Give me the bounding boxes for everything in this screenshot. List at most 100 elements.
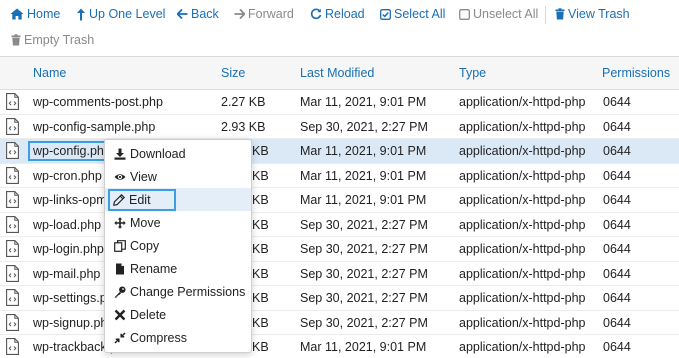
file-manager-toolbar: Home Up One Level Back Forward Reload Se… bbox=[0, 0, 679, 56]
menu-item-rename[interactable]: Rename bbox=[105, 257, 251, 280]
file-size: KB bbox=[252, 242, 269, 256]
table-row[interactable]: wp-cron.php KB Mar 11, 2021, 9:01 PM app… bbox=[0, 164, 679, 188]
download-icon bbox=[114, 148, 126, 160]
empty-trash-button[interactable]: Empty Trash bbox=[11, 27, 94, 53]
refresh-icon bbox=[310, 8, 322, 20]
view-trash-button[interactable]: View Trash bbox=[555, 1, 630, 27]
file-modified: Sep 30, 2021, 2:27 PM bbox=[300, 315, 428, 330]
file-name[interactable]: wp-load.php bbox=[33, 218, 101, 232]
table-row[interactable]: wp-comments-post.php 2.27 KB Mar 11, 202… bbox=[0, 90, 679, 115]
file-permissions: 0644 bbox=[603, 144, 631, 158]
menu-item-edit[interactable]: Edit bbox=[105, 188, 251, 211]
menu-item-move[interactable]: Move bbox=[105, 211, 251, 234]
table-row[interactable]: wp-load.php KB Sep 30, 2021, 2:27 PM app… bbox=[0, 213, 679, 237]
eye-icon bbox=[114, 173, 126, 180]
toolbar-divider bbox=[545, 6, 546, 24]
file-permissions: 0644 bbox=[603, 315, 631, 330]
menu-item-view[interactable]: View bbox=[105, 165, 251, 188]
table-row[interactable]: wp-signup.php KB Sep 30, 2021, 2:27 PM a… bbox=[0, 311, 679, 335]
file-modified: Sep 30, 2021, 2:27 PM bbox=[300, 119, 428, 134]
back-button[interactable]: Back bbox=[177, 1, 219, 27]
menu-item-copy-label: Copy bbox=[130, 238, 160, 253]
menu-item-edit-label: Edit bbox=[129, 192, 151, 207]
column-header-permissions[interactable]: Permissions bbox=[602, 66, 670, 80]
menu-item-download[interactable]: Download bbox=[105, 142, 251, 165]
file-context-menu: Download View Edit Move Copy Rename Chan… bbox=[104, 139, 252, 353]
file-modified: Sep 30, 2021, 2:27 PM bbox=[300, 217, 428, 232]
view-trash-label: View Trash bbox=[568, 7, 630, 21]
table-row[interactable]: wp-trackback.p KB Mar 11, 2021, 9:01 PM … bbox=[0, 335, 679, 358]
up-one-level-button[interactable]: Up One Level bbox=[76, 1, 165, 27]
menu-item-compress[interactable]: Compress bbox=[105, 326, 251, 349]
file-name[interactable]: wp-config-sample.php bbox=[33, 120, 155, 134]
file-size: KB bbox=[252, 266, 269, 281]
file-name[interactable]: wp-links-opml. bbox=[33, 193, 113, 207]
pencil-icon bbox=[113, 193, 125, 206]
menu-item-compress-label: Compress bbox=[130, 330, 187, 345]
table-row[interactable]: wp-login.php KB Sep 30, 2021, 2:27 PM ap… bbox=[0, 237, 679, 262]
file-name[interactable]: wp-login.php bbox=[33, 242, 104, 256]
table-row[interactable]: wp-config-sample.php 2.93 KB Sep 30, 202… bbox=[0, 115, 679, 139]
file-modified: Sep 30, 2021, 2:27 PM bbox=[300, 266, 428, 281]
php-file-icon bbox=[6, 191, 19, 208]
menu-item-copy[interactable]: Copy bbox=[105, 234, 251, 257]
checkbox-empty-icon bbox=[459, 8, 470, 20]
php-file-icon bbox=[6, 338, 19, 355]
file-name[interactable]: wp-settings.ph bbox=[33, 291, 114, 305]
php-file-icon bbox=[6, 264, 19, 282]
file-size: KB bbox=[252, 144, 269, 158]
file-name[interactable]: wp-config.php bbox=[28, 141, 116, 161]
file-type: application/x-httpd-php bbox=[459, 95, 586, 109]
table-row[interactable]: wp-mail.php KB Sep 30, 2021, 2:27 PM app… bbox=[0, 262, 679, 286]
table-row-selected[interactable]: wp-config.php KB Mar 11, 2021, 9:01 PM a… bbox=[0, 139, 679, 164]
table-row[interactable]: wp-links-opml. KB Mar 11, 2021, 9:01 PM … bbox=[0, 188, 679, 213]
home-button[interactable]: Home bbox=[10, 1, 60, 27]
column-header-type[interactable]: Type bbox=[459, 66, 486, 80]
key-icon bbox=[114, 286, 126, 298]
empty-trash-label: Empty Trash bbox=[24, 33, 95, 47]
file-modified: Mar 11, 2021, 9:01 PM bbox=[300, 340, 427, 354]
file-type: application/x-httpd-php bbox=[459, 266, 586, 281]
arrow-right-icon bbox=[234, 9, 245, 19]
menu-item-download-label: Download bbox=[130, 146, 186, 161]
php-file-icon bbox=[6, 313, 19, 331]
file-modified: Mar 11, 2021, 9:01 PM bbox=[300, 95, 427, 109]
menu-item-change-permissions-label: Change Permissions bbox=[130, 284, 246, 299]
file-type: application/x-httpd-php bbox=[459, 315, 586, 330]
file-size: KB bbox=[252, 168, 269, 183]
trash-icon bbox=[11, 34, 21, 46]
menu-item-view-label: View bbox=[130, 169, 157, 184]
file-name[interactable]: wp-comments-post.php bbox=[33, 95, 163, 109]
up-one-level-label: Up One Level bbox=[89, 7, 166, 21]
file-size: KB bbox=[252, 340, 269, 354]
menu-item-delete[interactable]: Delete bbox=[105, 303, 251, 326]
file-size: KB bbox=[252, 291, 269, 305]
file-type: application/x-httpd-php bbox=[459, 144, 586, 158]
file-name[interactable]: wp-cron.php bbox=[33, 169, 102, 183]
column-header-name[interactable]: Name bbox=[33, 66, 66, 80]
unselect-all-label: Unselect All bbox=[473, 7, 539, 21]
menu-item-rename-label: Rename bbox=[130, 261, 178, 276]
php-file-icon bbox=[6, 142, 19, 159]
php-file-icon bbox=[6, 93, 19, 110]
file-modified: Sep 30, 2021, 2:27 PM bbox=[300, 291, 428, 305]
unselect-all-button[interactable]: Unselect All bbox=[459, 1, 538, 27]
file-type: application/x-httpd-php bbox=[459, 168, 586, 183]
checkbox-checked-icon bbox=[380, 8, 391, 20]
table-row[interactable]: wp-settings.ph KB Sep 30, 2021, 2:27 PM … bbox=[0, 286, 679, 311]
file-name[interactable]: wp-signup.php bbox=[33, 316, 114, 330]
home-icon bbox=[10, 8, 24, 20]
column-header-last-modified[interactable]: Last Modified bbox=[300, 66, 374, 80]
php-file-icon bbox=[6, 289, 19, 306]
file-icon bbox=[116, 263, 124, 274]
edit-highlight: Edit bbox=[108, 188, 176, 211]
file-name[interactable]: wp-mail.php bbox=[33, 267, 100, 281]
forward-button[interactable]: Forward bbox=[234, 1, 294, 27]
reload-button[interactable]: Reload bbox=[310, 1, 365, 27]
file-size: 2.27 KB bbox=[221, 95, 266, 109]
select-all-button[interactable]: Select All bbox=[380, 1, 445, 27]
file-permissions: 0644 bbox=[603, 242, 631, 256]
column-header-size[interactable]: Size bbox=[221, 66, 245, 80]
php-file-icon bbox=[6, 215, 19, 233]
menu-item-change-permissions[interactable]: Change Permissions bbox=[105, 280, 251, 303]
